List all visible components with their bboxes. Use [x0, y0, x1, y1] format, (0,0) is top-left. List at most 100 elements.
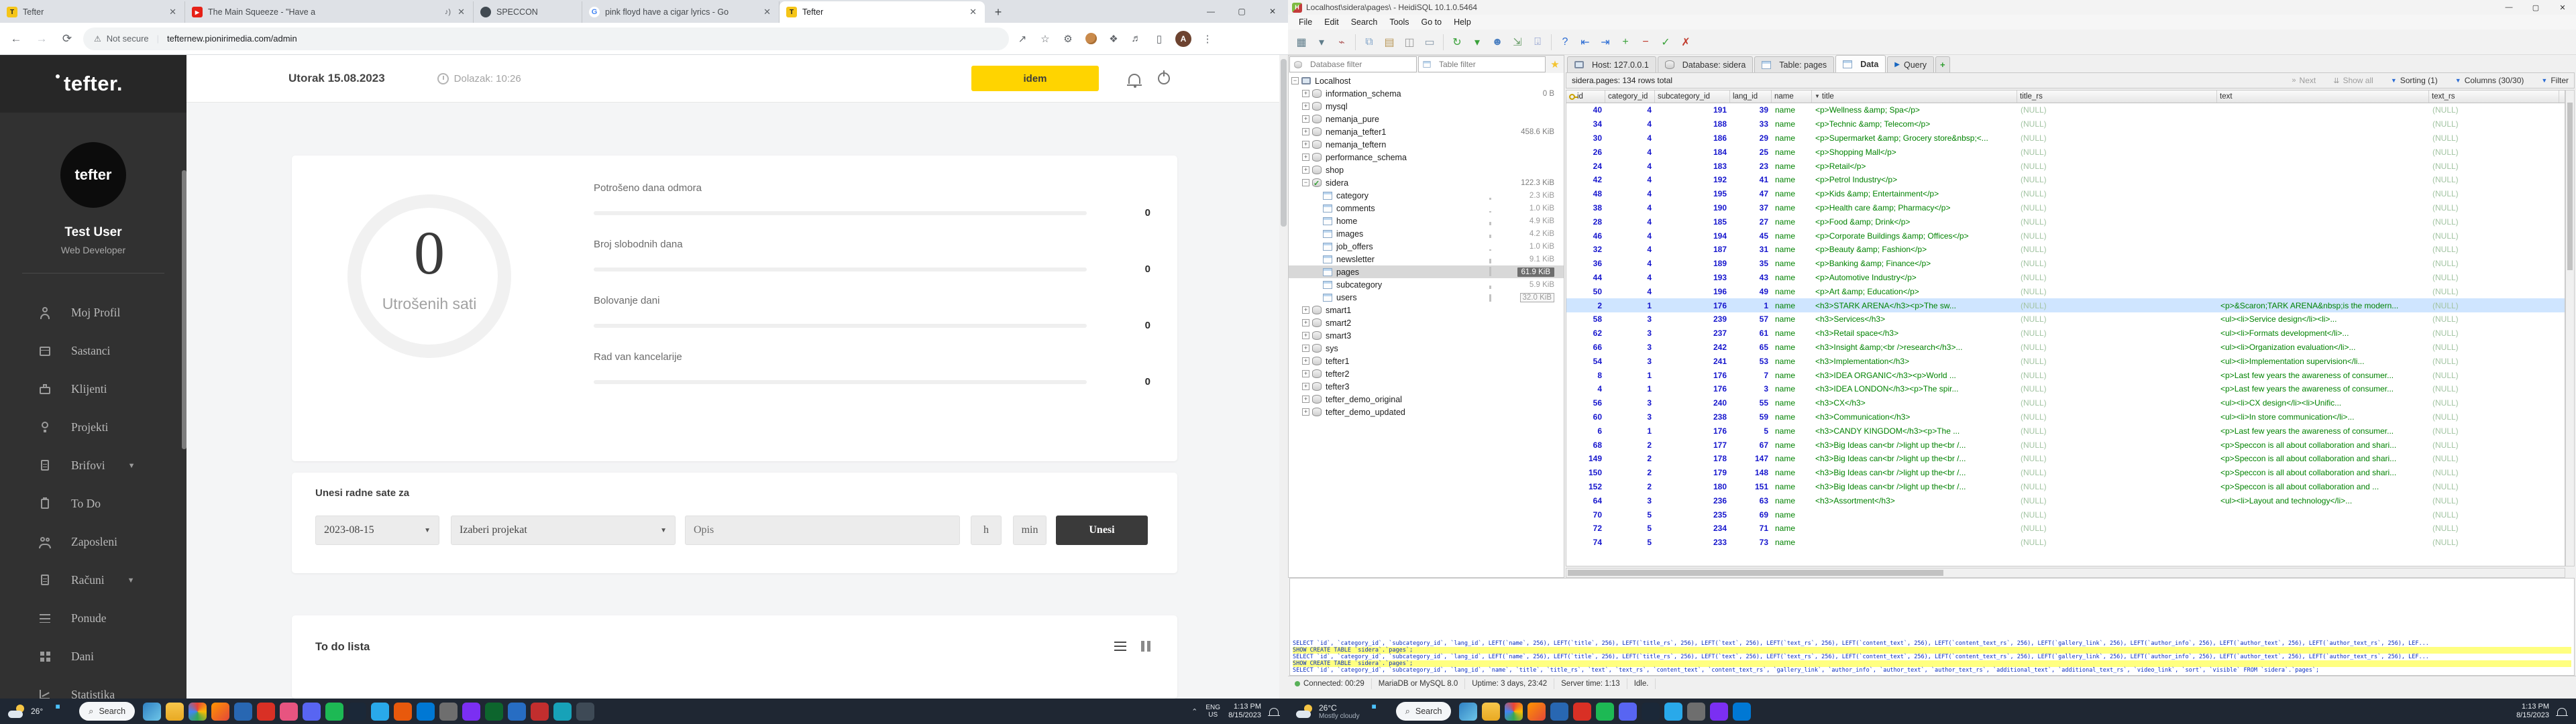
cell-title[interactable]: <p>Health care &amp; Pharmacy</p> — [1812, 201, 2017, 215]
cell-subcategory_id[interactable]: 176 — [1655, 424, 1730, 438]
cell-id[interactable]: 30 — [1566, 131, 1605, 145]
grid-vertical-scrollbar[interactable] — [2565, 90, 2575, 566]
cell-title_rs[interactable]: (NULL) — [2017, 368, 2217, 382]
menu-file[interactable]: File — [1293, 16, 1318, 28]
cell-lang_id[interactable]: 73 — [1730, 536, 1772, 550]
cell-subcategory_id[interactable]: 178 — [1655, 452, 1730, 466]
cell-lang_id[interactable]: 148 — [1730, 466, 1772, 480]
first-row-icon[interactable]: ⇤ — [1576, 33, 1595, 52]
cell-category_id[interactable]: 4 — [1605, 103, 1655, 117]
sidebar-item-zaposleni[interactable]: Zaposleni — [0, 523, 186, 561]
menu-edit[interactable]: Edit — [1319, 16, 1344, 28]
weather-widget[interactable]: 26°C Mostly cloudy — [1288, 703, 1368, 720]
table-row[interactable]: 38 4 190 37 name <p>Health care &amp; Pharmac… — [1566, 201, 2565, 215]
grid-control-columns[interactable]: ▼ Columns (30/30) — [2455, 76, 2524, 85]
board-view-icon[interactable] — [1141, 641, 1150, 652]
cell-text_rs[interactable]: (NULL) — [2429, 284, 2559, 298]
cell-lang_id[interactable]: 147 — [1730, 452, 1772, 466]
cell-text[interactable] — [2217, 159, 2429, 173]
close-button[interactable]: ✕ — [2549, 0, 2576, 15]
cell-subcategory_id[interactable]: 176 — [1655, 368, 1730, 382]
taskbar-app-icon-1[interactable] — [1459, 702, 1478, 721]
cell-title_rs[interactable]: (NULL) — [2017, 507, 2217, 522]
maximize-button[interactable]: ▢ — [1226, 0, 1257, 23]
cell-title[interactable]: <p>Kids &amp; Entertainment</p> — [1812, 187, 2017, 201]
cell-text_rs[interactable]: (NULL) — [2429, 341, 2559, 355]
cell-subcategory_id[interactable]: 233 — [1655, 536, 1730, 550]
tree-item-smart3[interactable]: + smart3 — [1289, 329, 1564, 342]
cell-title[interactable]: <p>Petrol Industry</p> — [1812, 173, 2017, 187]
cell-text[interactable] — [2217, 117, 2429, 131]
tab-close-icon[interactable]: ✕ — [762, 7, 772, 17]
sql-log-line-3[interactable]: SELECT `id`, `category_id`, `subcategory… — [1293, 654, 2571, 660]
cell-title_rs[interactable]: (NULL) — [2017, 103, 2217, 117]
cell-lang_id[interactable]: 29 — [1730, 131, 1772, 145]
expand-icon[interactable]: + — [1302, 408, 1309, 416]
cell-id[interactable]: 68 — [1566, 438, 1605, 452]
tree-item-tefter1[interactable]: + tefter1 — [1289, 355, 1564, 367]
cell-category_id[interactable]: 3 — [1605, 354, 1655, 368]
cell-text_rs[interactable]: (NULL) — [2429, 117, 2559, 131]
cell-id[interactable]: 40 — [1566, 103, 1605, 117]
cell-text_rs[interactable]: (NULL) — [2429, 493, 2559, 507]
notifications-bell-icon[interactable] — [1127, 73, 1142, 88]
cell-title[interactable]: <h3>STARK ARENA</h3><p>The sw... — [1812, 298, 2017, 312]
cell-category_id[interactable]: 2 — [1605, 438, 1655, 452]
cell-text_rs[interactable]: (NULL) — [2429, 215, 2559, 229]
cell-text_rs[interactable]: (NULL) — [2429, 159, 2559, 173]
cell-title[interactable]: <h3>Implementation</h3> — [1812, 354, 2017, 368]
reload-icon[interactable]: ⟳ — [58, 29, 76, 48]
tree-item-smart2[interactable]: + smart2 — [1289, 316, 1564, 329]
paste-icon[interactable]: ▤ — [1380, 33, 1399, 52]
cell-title_rs[interactable]: (NULL) — [2017, 243, 2217, 257]
cell-name[interactable]: name — [1772, 424, 1812, 438]
gear-extension-icon[interactable]: ⚙ — [1061, 32, 1075, 46]
cell-id[interactable]: 50 — [1566, 284, 1605, 298]
cell-name[interactable]: name — [1772, 271, 1812, 285]
cell-name[interactable]: name — [1772, 536, 1812, 550]
cell-subcategory_id[interactable]: 194 — [1655, 229, 1730, 243]
cell-lang_id[interactable]: 69 — [1730, 507, 1772, 522]
heidisql-titlebar[interactable]: H Localhost\sidera\pages\ - HeidiSQL 10.… — [1288, 0, 2576, 15]
cell-name[interactable]: name — [1772, 480, 1812, 494]
cell-text_rs[interactable]: (NULL) — [2429, 145, 2559, 159]
cell-category_id[interactable]: 4 — [1605, 117, 1655, 131]
cell-category_id[interactable]: 4 — [1605, 284, 1655, 298]
table-row[interactable]: 28 4 185 27 name <p>Food &amp; Drink</p> (NULL… — [1566, 215, 2565, 229]
expand-icon[interactable]: + — [1302, 115, 1309, 123]
cell-subcategory_id[interactable]: 196 — [1655, 284, 1730, 298]
cell-lang_id[interactable]: 7 — [1730, 368, 1772, 382]
cell-title_rs[interactable]: (NULL) — [2017, 536, 2217, 550]
share-icon[interactable]: ↗ — [1016, 32, 1029, 46]
close-button[interactable]: ✕ — [1257, 0, 1288, 23]
expand-icon[interactable]: + — [1302, 383, 1309, 390]
menu-go-to[interactable]: Go to — [1416, 16, 1448, 28]
table-row[interactable]: 72 5 234 71 name (NULL) (NULL) — [1566, 522, 2565, 536]
cell-text_rs[interactable]: (NULL) — [2429, 396, 2559, 410]
cell-name[interactable]: name — [1772, 229, 1812, 243]
cell-lang_id[interactable]: 55 — [1730, 396, 1772, 410]
table-row[interactable]: 42 4 192 41 name <p>Petrol Industry</p> (NULL)… — [1566, 173, 2565, 187]
tree-item-job_offers[interactable]: job_offers 1.0 KiB — [1289, 240, 1564, 253]
cell-title[interactable]: <p>Automotive Industry</p> — [1812, 271, 2017, 285]
grid-control-show[interactable]: ⇊ Show all — [2333, 76, 2373, 85]
security-label[interactable]: Not secure — [107, 34, 149, 44]
collapse-icon[interactable]: − — [1302, 179, 1309, 186]
cell-subcategory_id[interactable]: 195 — [1655, 187, 1730, 201]
cell-text[interactable] — [2217, 187, 2429, 201]
cell-category_id[interactable]: 3 — [1605, 396, 1655, 410]
idem-button[interactable]: idem — [971, 66, 1099, 91]
cell-category_id[interactable]: 5 — [1605, 536, 1655, 550]
tefter-logo[interactable]: tefter. — [56, 72, 123, 96]
taskbar-app-icon-19[interactable] — [553, 702, 572, 721]
cookie-extension-icon[interactable] — [1084, 32, 1097, 46]
cell-category_id[interactable]: 4 — [1605, 201, 1655, 215]
grid-control-sorting[interactable]: ▼ Sorting (1) — [2391, 76, 2438, 85]
cell-text[interactable]: <ul><li>Service design</li><li>... — [2217, 312, 2429, 326]
sidebar-scrollbar[interactable] — [182, 170, 186, 449]
cell-subcategory_id[interactable]: 238 — [1655, 410, 1730, 424]
cell-title[interactable]: <p>Retail</p> — [1812, 159, 2017, 173]
tree-item-home[interactable]: home 4.9 KiB — [1289, 215, 1564, 227]
copy-icon[interactable]: ⧉ — [1360, 33, 1379, 52]
cell-id[interactable]: 62 — [1566, 326, 1605, 341]
